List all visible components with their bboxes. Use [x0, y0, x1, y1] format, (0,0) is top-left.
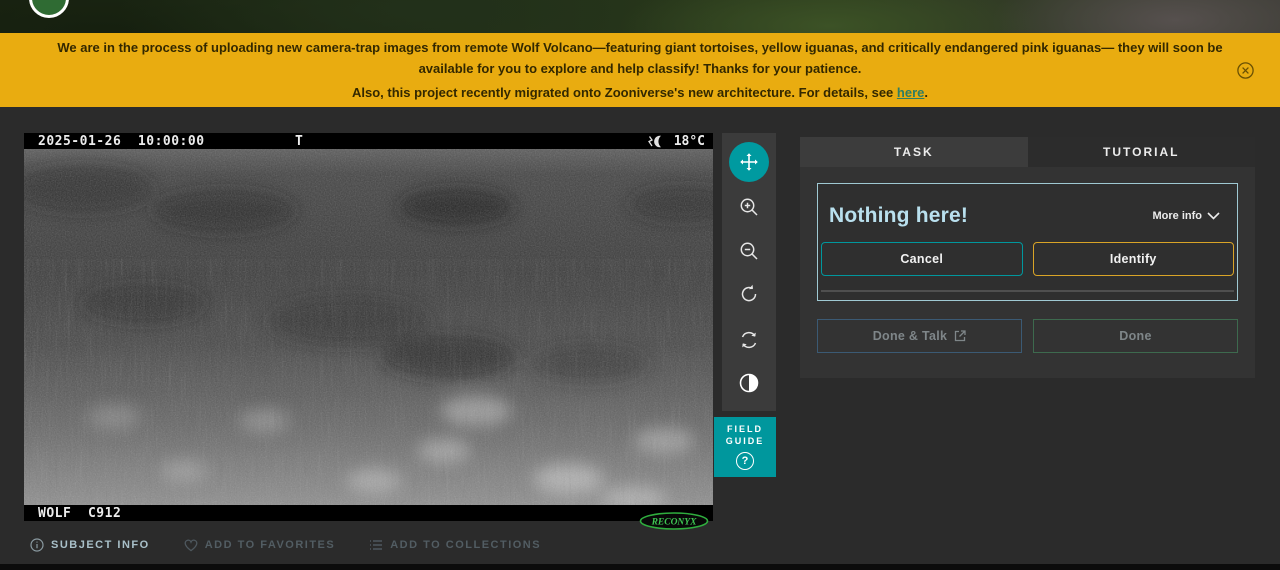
task-panel-body: Nothing here! More info Cancel Identify …: [800, 167, 1255, 378]
subject-image-viewer[interactable]: 2025-01-26 10:00:00 T 18°C WOLF C912 REC…: [24, 133, 713, 530]
subject-meta-row: SUBJECT INFO ADD TO FAVORITES ADD TO COL…: [24, 537, 547, 553]
task-answer-box: Nothing here! More info Cancel Identify: [817, 183, 1238, 301]
question-mark-icon: ?: [736, 452, 754, 470]
capture-timestamp: 2025-01-26 10:00:00: [38, 133, 205, 149]
collections-list-icon: [370, 540, 383, 550]
bottom-border-strip: [0, 564, 1280, 570]
banner-line1: We are in the process of uploading new c…: [57, 40, 1223, 76]
more-info-button[interactable]: More info: [1147, 209, 1227, 223]
add-to-collections-button[interactable]: ADD TO COLLECTIONS: [363, 538, 547, 552]
flash-moon-icon: [647, 135, 661, 147]
invert-colors-button[interactable]: [734, 368, 764, 398]
rotate-button[interactable]: [734, 279, 764, 309]
camera-status-bar: 2025-01-26 10:00:00 T 18°C: [24, 133, 713, 149]
camera-trap-photo[interactable]: [24, 149, 713, 505]
heart-icon: [184, 539, 198, 551]
field-guide-label: FIELD: [727, 424, 763, 434]
identify-button[interactable]: Identify: [1032, 242, 1234, 276]
task-divider: [821, 290, 1234, 292]
task-question: Nothing here!: [829, 204, 969, 227]
done-and-talk-button[interactable]: Done & Talk: [817, 319, 1022, 353]
reconyx-logo: RECONYX: [576, 497, 709, 549]
zoom-in-button[interactable]: [734, 192, 764, 222]
cancel-button[interactable]: Cancel: [821, 242, 1023, 276]
banner-here-link[interactable]: here: [897, 85, 924, 100]
classification-panel: TASK TUTORIAL Nothing here! More info Ca…: [800, 137, 1255, 378]
field-guide-button[interactable]: FIELD GUIDE ?: [714, 417, 776, 477]
project-avatar[interactable]: [29, 0, 69, 18]
project-header-photo: [0, 0, 1280, 33]
add-to-favorites-button[interactable]: ADD TO FAVORITES: [178, 538, 342, 553]
info-icon: [30, 538, 44, 552]
trigger-marker: T: [295, 133, 303, 149]
banner-close-icon[interactable]: [1237, 62, 1254, 79]
svg-text:RECONYX: RECONYX: [651, 518, 698, 528]
image-toolbar: [722, 133, 776, 411]
done-button[interactable]: Done: [1033, 319, 1238, 353]
temperature-readout: 18°C: [673, 133, 705, 149]
tab-task[interactable]: TASK: [800, 137, 1028, 167]
reset-rotation-button[interactable]: [734, 325, 764, 355]
tab-tutorial[interactable]: TUTORIAL: [1027, 137, 1255, 167]
banner-line2: Also, this project recently migrated ont…: [351, 85, 928, 100]
classify-page: We are in the process of uploading new c…: [0, 0, 1280, 570]
announcement-banner: We are in the process of uploading new c…: [0, 33, 1280, 107]
subject-info-button[interactable]: SUBJECT INFO: [24, 537, 156, 553]
chevron-down-icon: [1207, 212, 1220, 220]
external-link-icon: [955, 330, 966, 342]
camera-id: WOLF C912: [38, 505, 122, 521]
zoom-out-button[interactable]: [734, 236, 764, 266]
panel-tabs: TASK TUTORIAL: [800, 137, 1255, 167]
camera-id-bar: WOLF C912 RECONYX: [24, 505, 713, 530]
pan-tool-button[interactable]: [729, 142, 769, 182]
